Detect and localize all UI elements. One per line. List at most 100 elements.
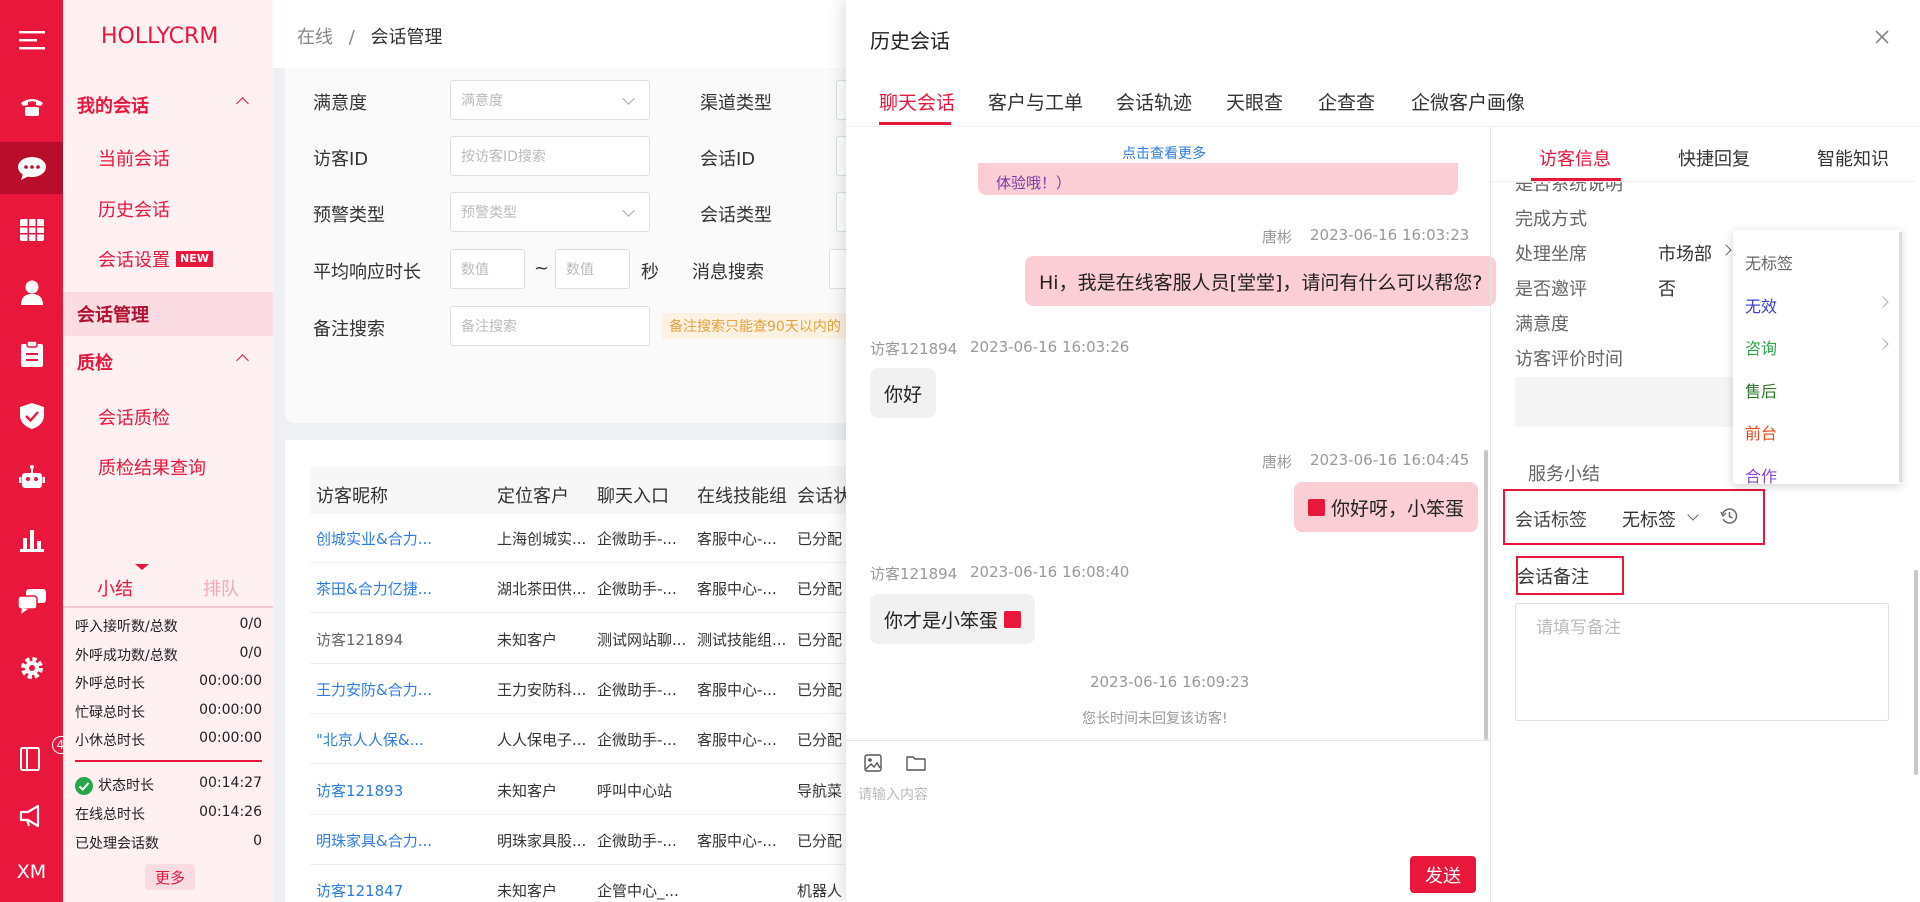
- tag-option[interactable]: 售后: [1745, 378, 1777, 402]
- clipboard-icon[interactable]: [0, 328, 63, 380]
- more-button[interactable]: 更多: [145, 864, 195, 890]
- note-search-input[interactable]: 备注搜索: [450, 306, 650, 346]
- bar-chart-icon[interactable]: [0, 514, 63, 566]
- tab-chat[interactable]: 聊天会话: [879, 88, 955, 115]
- image-upload-icon[interactable]: [864, 754, 882, 772]
- tab-customer-ticket[interactable]: 客户与工单: [988, 88, 1083, 115]
- message-icon[interactable]: [0, 576, 63, 628]
- menu-item-qc-session[interactable]: 会话质检: [63, 395, 273, 439]
- menu-group-qc[interactable]: 质检: [63, 340, 273, 384]
- seconds-unit: 秒: [641, 262, 659, 283]
- invited-label: 是否邀评: [1515, 279, 1587, 300]
- avg-response-min-input[interactable]: 数值: [450, 249, 525, 289]
- tag-option[interactable]: 合作: [1745, 463, 1777, 487]
- phone-icon[interactable]: [0, 80, 63, 132]
- divider: [846, 740, 1490, 741]
- message-time: 2023-06-16 16:03:23: [1310, 226, 1470, 244]
- visitor-id-input[interactable]: 按访客ID搜索: [450, 136, 650, 176]
- tab-visitor-info[interactable]: 访客信息: [1539, 145, 1611, 171]
- tag-option[interactable]: 无标签: [1745, 250, 1793, 274]
- visitor-nickname-link[interactable]: "北京人人保&...: [316, 729, 424, 750]
- chat-scrollbar[interactable]: [1484, 450, 1488, 740]
- chat-icon[interactable]: [0, 142, 63, 194]
- megaphone-icon[interactable]: [0, 790, 63, 842]
- visitor-nickname-link[interactable]: 访客121893: [316, 780, 403, 801]
- dropdown-scrollbar[interactable]: [1899, 232, 1902, 482]
- breadcrumb-current: 会话管理: [370, 27, 443, 48]
- history-icon[interactable]: [1720, 507, 1738, 525]
- message-sender: 访客121894: [870, 565, 958, 583]
- col-header: 聊天入口: [597, 486, 669, 507]
- table-cell: 企微助手-...: [597, 831, 677, 850]
- robot-icon[interactable]: [0, 452, 63, 504]
- menu-item-history[interactable]: 历史会话: [63, 187, 273, 231]
- visitor-nickname-link[interactable]: 明珠家具&合力...: [316, 830, 432, 851]
- table-cell: 导航菜: [797, 781, 843, 800]
- tag-option[interactable]: 无效: [1745, 293, 1777, 317]
- table-cell: 未知客户: [497, 630, 558, 649]
- menu-item-session-mgmt[interactable]: 会话管理: [63, 292, 273, 336]
- tab-summary[interactable]: 小结: [97, 575, 133, 601]
- visitor-nickname-link[interactable]: 创城实业&合力...: [316, 528, 432, 549]
- range-tilde: ~: [534, 258, 550, 279]
- tab-queue[interactable]: 排队: [203, 575, 239, 601]
- panel-scrollbar[interactable]: [1914, 570, 1918, 775]
- menu-group-my-sessions[interactable]: 我的会话: [63, 83, 273, 127]
- user-icon[interactable]: [0, 266, 63, 318]
- alert-type-label: 预警类型: [313, 205, 385, 226]
- row-divider: [310, 562, 910, 563]
- book-icon[interactable]: 42: [0, 733, 77, 785]
- send-button[interactable]: 发送: [1410, 856, 1476, 893]
- session-note-textarea[interactable]: 请填写备注: [1515, 603, 1889, 721]
- gear-icon[interactable]: [0, 642, 63, 694]
- grid-icon[interactable]: [0, 204, 63, 256]
- satisfaction-label: 满意度: [313, 93, 367, 114]
- tab-wecom-profile[interactable]: 企微客户画像: [1411, 88, 1525, 115]
- stat-row: 忙碌总时长 00:00:00: [75, 702, 262, 721]
- menu-item-settings[interactable]: 会话设置 NEW: [63, 237, 273, 281]
- message-input[interactable]: 请输入内容: [856, 784, 1476, 854]
- table-cell: 上海创城实...: [497, 530, 587, 548]
- visitor-nickname-link[interactable]: 茶田&合力亿捷...: [316, 578, 432, 599]
- tab-session-track[interactable]: 会话轨迹: [1116, 88, 1192, 115]
- visitor-nickname-link[interactable]: 王力安防&合力...: [316, 679, 432, 700]
- table-cell: 已分配: [797, 580, 843, 599]
- session-id-label: 会话ID: [700, 149, 756, 170]
- chevron-up-icon: [236, 97, 249, 110]
- load-more-link[interactable]: 点击查看更多: [1122, 143, 1206, 163]
- satisfaction-select[interactable]: 满意度: [450, 80, 650, 120]
- menu-item-label: 会话设置: [98, 250, 170, 271]
- tab-smart-knowledge[interactable]: 智能知识: [1817, 145, 1889, 171]
- avg-response-max-input[interactable]: 数值: [555, 249, 630, 289]
- user-initials[interactable]: XM: [0, 846, 63, 898]
- session-tag-select[interactable]: 无标签: [1622, 503, 1704, 531]
- breadcrumb-root[interactable]: 在线: [297, 27, 333, 48]
- visitor-nickname-link[interactable]: 访客121847: [316, 880, 403, 901]
- active-tab-underline: [879, 122, 951, 125]
- brand-logo: HOLLYCRM: [101, 24, 219, 49]
- divider: [63, 606, 273, 608]
- table-cell: 未知客户: [497, 882, 558, 901]
- tab-quick-reply[interactable]: 快捷回复: [1678, 145, 1750, 171]
- hamburger-icon[interactable]: [0, 14, 63, 66]
- row-divider: [310, 612, 910, 614]
- table-cell: 测试技能组...: [697, 630, 787, 649]
- visitor-nickname-link[interactable]: 访客121894: [316, 629, 403, 650]
- close-icon[interactable]: [1874, 29, 1890, 45]
- menu-item-qc-result[interactable]: 质检结果查询: [63, 445, 273, 489]
- tab-qichacha[interactable]: 企查查: [1318, 88, 1375, 115]
- row-divider: [310, 763, 910, 765]
- tab-tianyancha[interactable]: 天眼查: [1226, 88, 1283, 115]
- folder-icon[interactable]: [906, 754, 926, 772]
- col-header: 定位客户: [497, 486, 569, 507]
- tag-option[interactable]: 咨询: [1745, 335, 1777, 359]
- chevron-down-icon: [1687, 509, 1699, 521]
- tag-option[interactable]: 前台: [1745, 420, 1777, 444]
- menu-item-current[interactable]: 当前会话: [63, 136, 273, 180]
- session-tag-label: 会话标签: [1515, 510, 1587, 531]
- agent-value: 市场部: [1658, 244, 1712, 265]
- shield-icon[interactable]: [0, 390, 63, 442]
- visitor-id-label: 访客ID: [313, 149, 369, 170]
- chevron-up-icon: [236, 354, 249, 367]
- alert-type-select[interactable]: 预警类型: [450, 192, 650, 232]
